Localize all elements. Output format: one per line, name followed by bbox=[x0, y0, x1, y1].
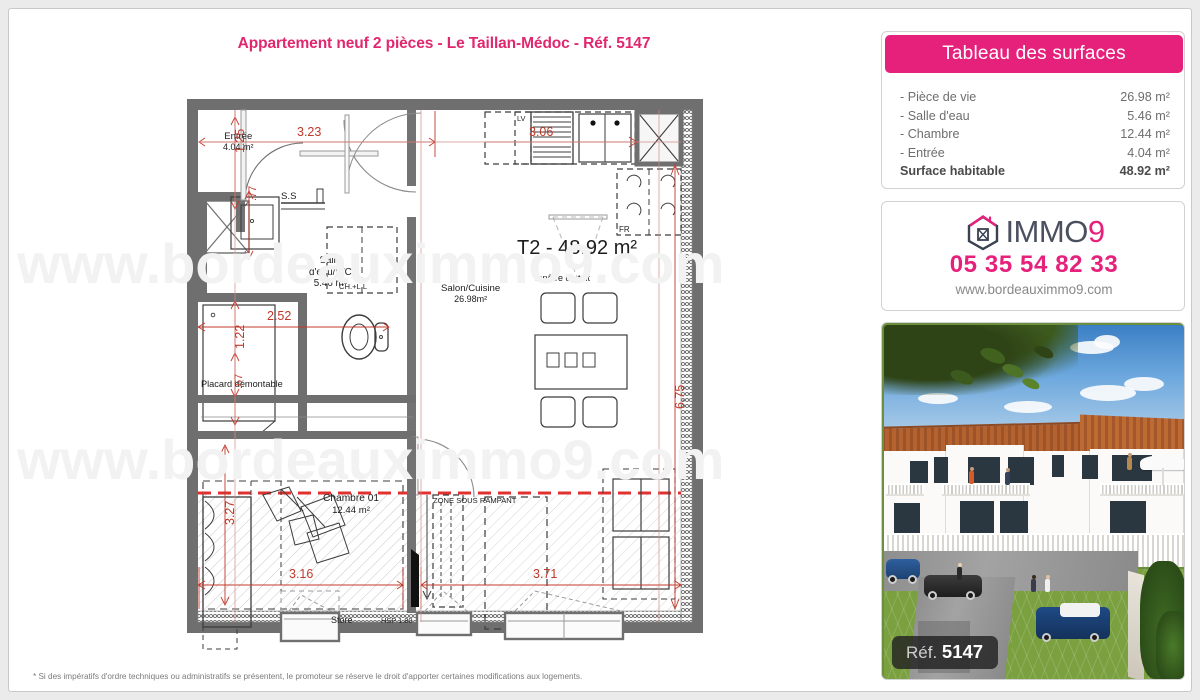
surface-label: - Salle d'eau bbox=[900, 108, 970, 123]
surface-value: 5.46 m² bbox=[1127, 108, 1170, 123]
annotation-lv: LV bbox=[517, 114, 526, 123]
car-wheel bbox=[908, 575, 917, 584]
agency-logo: IMMO9 bbox=[882, 213, 1186, 251]
building-photo-card: Réf. 5147 bbox=[881, 322, 1185, 680]
reference-badge: Réf. 5147 bbox=[892, 636, 999, 669]
hedge bbox=[1156, 611, 1184, 679]
annotation-hsp: HSP 1.80 bbox=[381, 616, 413, 625]
annotation-store: Store bbox=[331, 615, 353, 625]
surface-label: - Pièce de vie bbox=[900, 90, 977, 104]
legal-disclaimer: * Si des impératifs d'ordre techniques o… bbox=[33, 672, 583, 681]
dim-living-width: 3.71 bbox=[533, 567, 558, 581]
page-canvas: Appartement neuf 2 pièces - Le Taillan-M… bbox=[8, 8, 1192, 692]
table-row-total: Surface habitable 48.92 m² bbox=[900, 162, 1170, 181]
window bbox=[1052, 455, 1064, 477]
dim-right-height: 6.75 bbox=[673, 384, 687, 409]
page-title: Appartement neuf 2 pièces - Le Taillan-M… bbox=[237, 35, 651, 52]
table-row: - Entrée 4.04 m² bbox=[900, 144, 1170, 163]
car-wheel bbox=[1090, 633, 1099, 642]
total-value: 48.92 m² bbox=[1119, 164, 1170, 178]
table-row: - Chambre 12.44 m² bbox=[900, 125, 1170, 144]
dim-kitchen-width: 3.06 bbox=[529, 125, 554, 139]
annotation-ss: S.S bbox=[281, 191, 297, 202]
room-label-bedroom: Chambre 01 12.44 m² bbox=[323, 493, 380, 517]
plan-type-label: T2 - 48.92 m² bbox=[517, 237, 638, 259]
surfaces-table-header: Tableau des surfaces bbox=[885, 35, 1183, 73]
window bbox=[934, 457, 948, 483]
building-render-image bbox=[884, 325, 1184, 679]
dim-entree-height: 1.25 bbox=[233, 128, 247, 153]
table-row: - Salle d'eau 5.46 m² bbox=[900, 107, 1170, 126]
cloud bbox=[1124, 377, 1164, 391]
dim-bath-width: 2.52 bbox=[267, 309, 292, 323]
surface-value: 26.98 m² bbox=[1120, 90, 1170, 104]
dim-entree-width: 3.23 bbox=[297, 125, 322, 139]
window bbox=[1082, 455, 1098, 479]
cloud bbox=[1094, 335, 1120, 349]
tree-canopy bbox=[884, 325, 1078, 395]
dim-sink-small: .77 bbox=[247, 185, 259, 201]
table-row: - Pièce de vie 26.98 m² bbox=[900, 88, 1170, 107]
umbrella-pole bbox=[1162, 468, 1164, 486]
car-wheel bbox=[1042, 633, 1051, 642]
annotation-fr: FR bbox=[619, 225, 630, 234]
car-wheel bbox=[966, 591, 975, 600]
dim-bedroom-width: 3.16 bbox=[289, 567, 314, 581]
car-roof bbox=[1060, 603, 1100, 617]
balcony-railing bbox=[1100, 483, 1184, 496]
annotation-ch-ll: CH.+L.L bbox=[339, 282, 368, 291]
ref-prefix: Réf. bbox=[906, 643, 938, 662]
agency-website[interactable]: www.bordeauximmo9.com bbox=[882, 282, 1186, 297]
surface-label: - Entrée bbox=[900, 145, 945, 160]
agency-contact-card: IMMO9 05 35 54 82 33 www.bordeauximmo9.c… bbox=[881, 201, 1185, 311]
surface-value: 12.44 m² bbox=[1120, 127, 1170, 141]
room-label-living: Salon/Cuisine 26.98m² bbox=[441, 283, 501, 305]
logo-wordmark: IMMO9 bbox=[1005, 214, 1105, 249]
annotation-sous-rampant: ZONE SOUS RAMPANT bbox=[433, 496, 517, 505]
agency-phone[interactable]: 05 35 54 82 33 bbox=[882, 251, 1186, 279]
cloud bbox=[1004, 401, 1052, 413]
total-label: Surface habitable bbox=[900, 164, 1005, 178]
surface-value: 4.04 m² bbox=[1127, 145, 1170, 160]
window bbox=[910, 461, 928, 483]
surface-label: - Chambre bbox=[900, 127, 960, 141]
surfaces-table-body: - Pièce de vie 26.98 m² - Salle d'eau 5.… bbox=[882, 76, 1186, 181]
annotation-roof-window: fenêtre de toit bbox=[535, 273, 591, 283]
dim-bath-height: 1.22 bbox=[233, 324, 247, 349]
ref-number: 5147 bbox=[941, 641, 984, 662]
car-wheel bbox=[888, 575, 897, 584]
surfaces-table-card: Tableau des surfaces - Pièce de vie 26.9… bbox=[881, 31, 1185, 189]
balcony-railing bbox=[886, 483, 924, 496]
car-wheel bbox=[928, 591, 937, 600]
dim-closet-depth: .67 bbox=[233, 373, 245, 389]
window bbox=[1008, 457, 1034, 485]
dim-bedroom-height: 3.27 bbox=[223, 500, 237, 525]
floor-plan: T2 - 48.92 m² Entrée 4.04 m² Salle d'eau… bbox=[185, 97, 705, 655]
balcony-railing bbox=[942, 483, 1030, 496]
house-hexagon-icon bbox=[963, 213, 1003, 251]
